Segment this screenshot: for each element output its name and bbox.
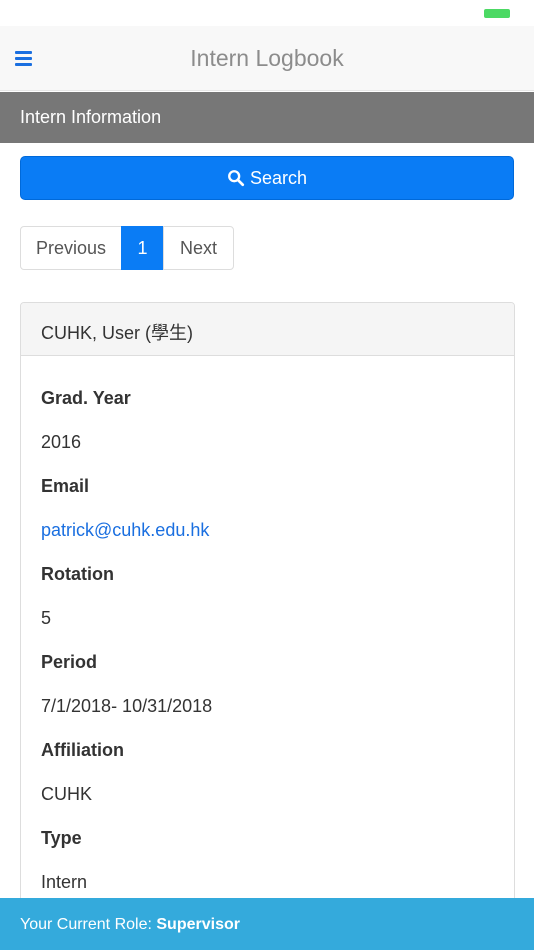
intern-details: Grad. Year 2016 Email patrick@cuhk.edu.h… bbox=[21, 376, 514, 904]
battery-icon bbox=[484, 9, 510, 18]
page-1-button[interactable]: 1 bbox=[121, 226, 164, 270]
affiliation-value: CUHK bbox=[41, 784, 93, 804]
email-label: Email bbox=[41, 476, 90, 496]
rotation-label: Rotation bbox=[41, 564, 114, 584]
rotation-value: 5 bbox=[41, 608, 52, 628]
period-value: 7/1/2018- 10/31/2018 bbox=[41, 696, 213, 716]
page-title: Intern Logbook bbox=[190, 45, 344, 71]
current-role: Supervisor bbox=[156, 916, 240, 933]
search-button[interactable]: Search bbox=[20, 156, 514, 200]
previous-page-button[interactable]: Previous bbox=[20, 226, 122, 270]
grad-year-label: Grad. Year bbox=[41, 388, 131, 408]
search-button-label: Search bbox=[249, 167, 308, 188]
section-header: Intern Information bbox=[0, 92, 534, 143]
email-link[interactable]: patrick@cuhk.edu.hk bbox=[41, 508, 494, 552]
affiliation-label: Affiliation bbox=[41, 740, 124, 760]
current-role-footer: Your Current Role: Supervisor bbox=[0, 898, 534, 950]
role-prefix: Your Current Role: bbox=[20, 916, 157, 933]
search-icon bbox=[228, 170, 245, 187]
type-label: Type bbox=[41, 828, 82, 848]
period-label: Period bbox=[41, 652, 98, 672]
grad-year-value: 2016 bbox=[41, 432, 82, 452]
intern-name: CUHK, User (學生) bbox=[21, 303, 514, 356]
next-page-button[interactable]: Next bbox=[163, 226, 234, 270]
pagination: Previous 1 Next bbox=[20, 226, 234, 270]
intern-panel: CUHK, User (學生) Grad. Year 2016 Email pa… bbox=[20, 302, 515, 942]
status-bar bbox=[0, 0, 534, 26]
navbar: Intern Logbook bbox=[0, 26, 534, 91]
